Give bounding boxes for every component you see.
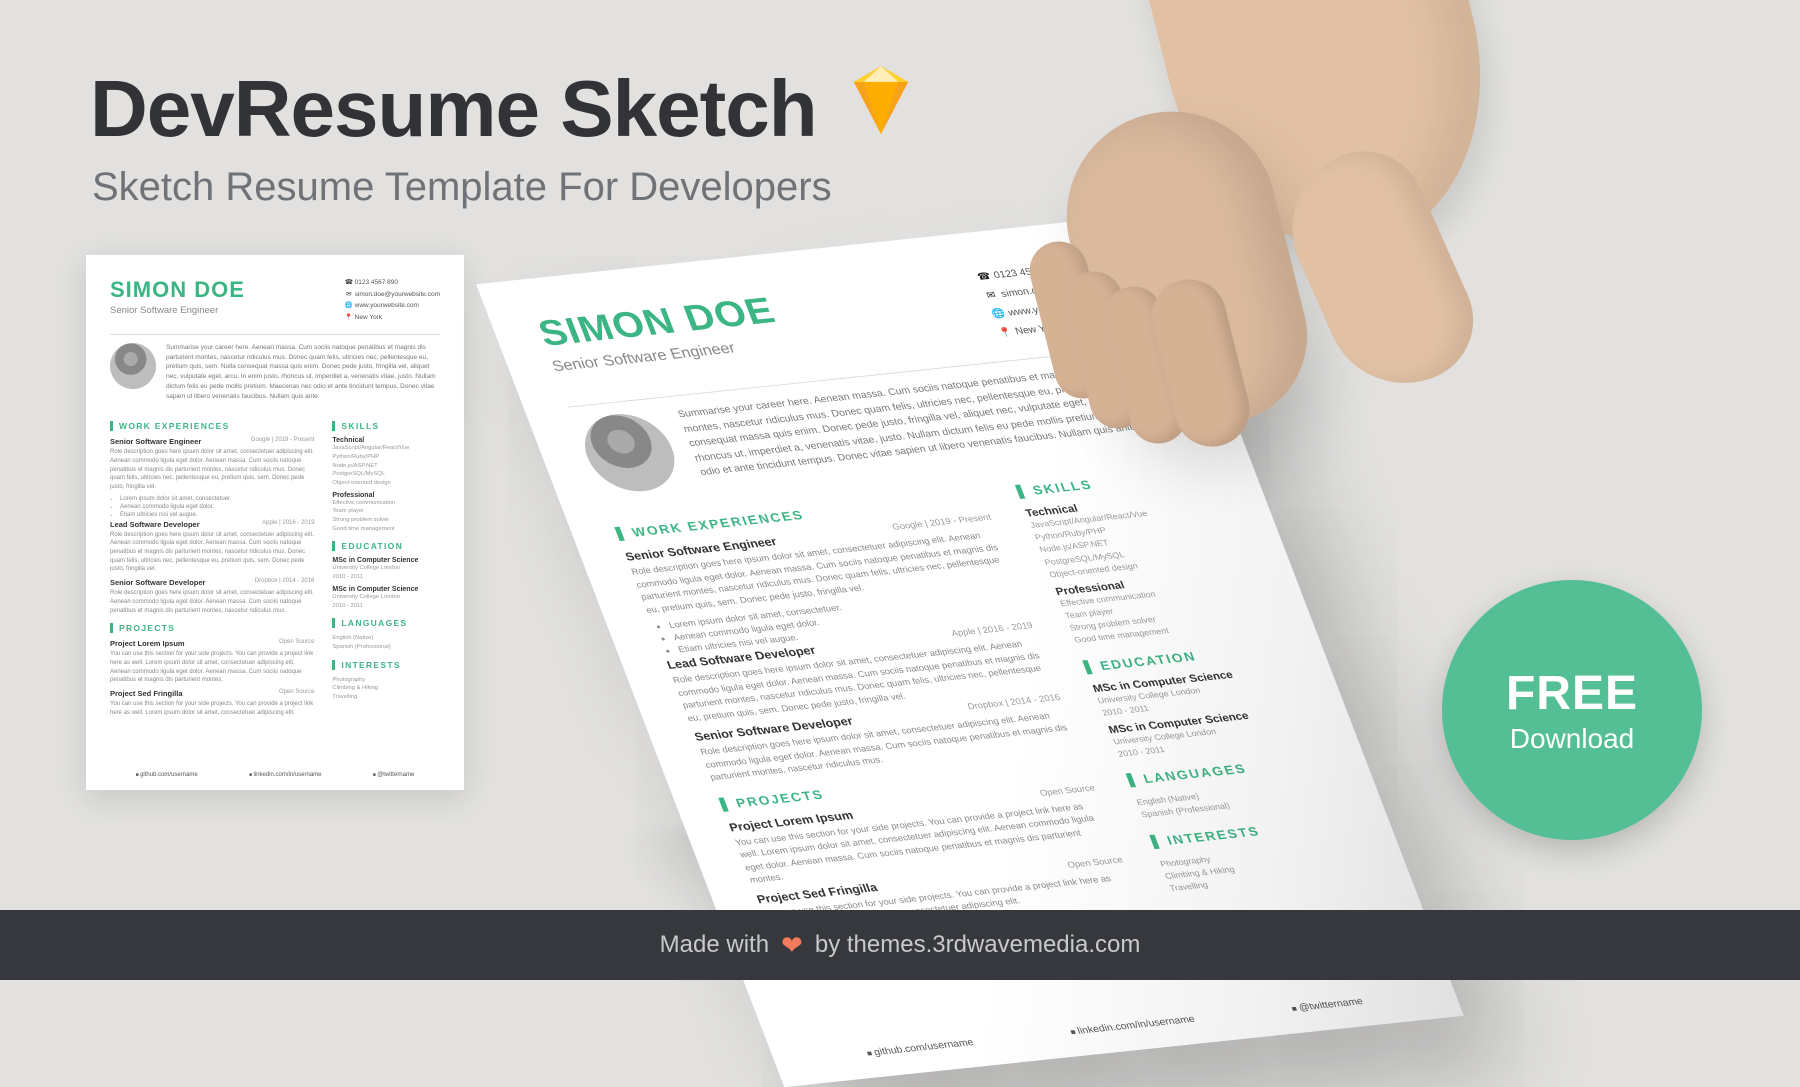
- section-interests: INTERESTS: [332, 660, 440, 670]
- avatar: [110, 343, 156, 389]
- heart-icon: ❤: [781, 930, 803, 961]
- summary-text: Summarise your career here. Aenean massa…: [166, 343, 440, 402]
- badge-free-label: FREE: [1506, 666, 1638, 721]
- contact-block: ☎ 0123 4567 890 ✉ simon.doe@yourwebsite.…: [345, 277, 440, 324]
- page-subtitle: Sketch Resume Template For Developers: [92, 165, 832, 210]
- section-work: WORK EXPERIENCES: [110, 421, 314, 431]
- sketch-icon: [842, 60, 920, 157]
- globe-icon: 🌐: [345, 300, 353, 312]
- phone-icon: ☎: [345, 277, 353, 289]
- page-footer: Made with ❤ by themes.3rdwavemedia.com: [0, 910, 1800, 980]
- footer-by: by themes.3rdwavemedia.com: [815, 931, 1140, 959]
- mail-icon: ✉: [345, 289, 353, 301]
- section-skills: SKILLS: [332, 421, 440, 431]
- pin-icon: 📍: [345, 312, 353, 324]
- footer-made: Made with: [660, 931, 769, 959]
- resume-footer-links: github.com/username linkedin.com/in/user…: [110, 772, 440, 778]
- avatar: [573, 410, 687, 495]
- resume-name: SIMON DOE: [110, 277, 245, 303]
- section-projects: PROJECTS: [110, 623, 314, 633]
- resume-role: Senior Software Engineer: [110, 305, 245, 316]
- page-title: DevResume Sketch: [90, 60, 920, 157]
- title-text: DevResume Sketch: [90, 63, 817, 155]
- badge-download-label: Download: [1510, 723, 1635, 755]
- download-badge[interactable]: FREE Download: [1442, 580, 1702, 840]
- resume-thumbnail: SIMON DOE Senior Software Engineer ☎ 012…: [86, 255, 464, 790]
- section-education: EDUCATION: [332, 541, 440, 551]
- section-languages: LANGUAGES: [332, 618, 440, 628]
